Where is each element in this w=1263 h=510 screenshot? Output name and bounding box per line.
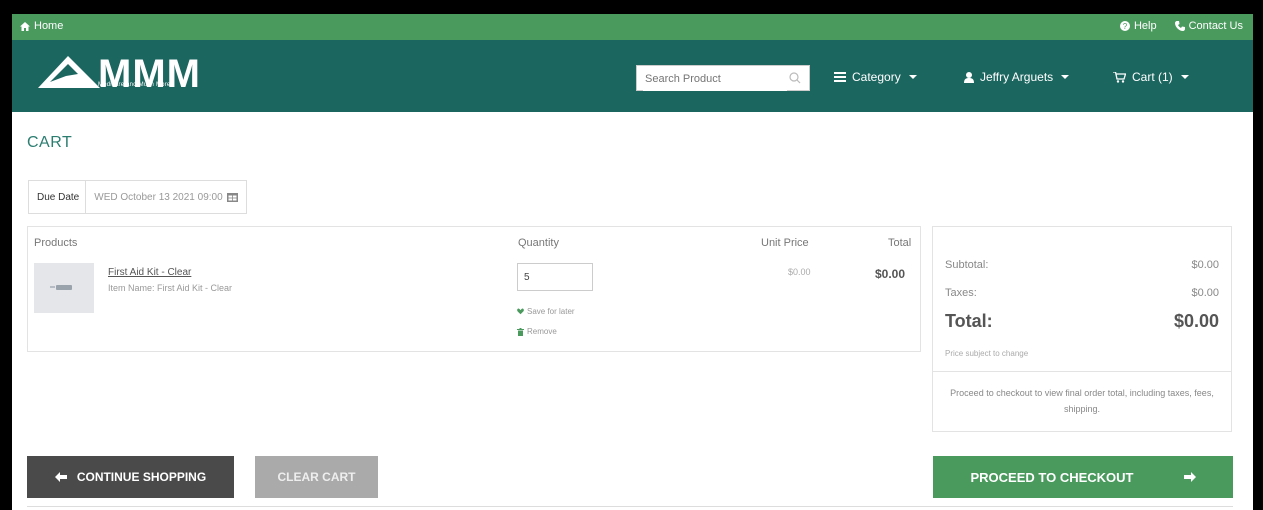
quantity-input[interactable] bbox=[517, 263, 593, 291]
home-label: Home bbox=[34, 20, 64, 32]
calendar-icon[interactable] bbox=[226, 192, 238, 202]
cart-icon bbox=[1113, 71, 1126, 83]
summary-divider bbox=[933, 371, 1231, 372]
order-summary: Subtotal: $0.00 Taxes: $0.00 Total: $0.0… bbox=[932, 226, 1232, 432]
checkout-info-text: Proceed to checkout to view final order … bbox=[950, 388, 1214, 414]
total-header: Total bbox=[888, 237, 912, 249]
price-note: Price subject to change bbox=[945, 349, 1029, 358]
due-date-label: Due Date bbox=[29, 181, 87, 213]
home-icon bbox=[20, 21, 30, 31]
category-menu[interactable]: Category bbox=[834, 70, 917, 84]
chevron-down-icon bbox=[1180, 75, 1189, 79]
save-for-later-link[interactable]: Save for later bbox=[517, 307, 575, 316]
contact-link[interactable]: Contact Us bbox=[1174, 20, 1243, 32]
unit-price-header: Unit Price bbox=[761, 237, 809, 249]
top-bar: Home ? Help Contact Us bbox=[12, 14, 1253, 40]
subtotal-value: $0.00 bbox=[1191, 259, 1219, 271]
taxes-label: Taxes: bbox=[945, 287, 977, 299]
svg-text:?: ? bbox=[1123, 22, 1128, 31]
checkout-label: PROCEED TO CHECKOUT bbox=[970, 469, 1134, 485]
total-value: $0.00 bbox=[1173, 311, 1219, 331]
main-navbar: MMM Medicare and Much More Category Jeff… bbox=[12, 40, 1253, 112]
product-name-link[interactable]: First Aid Kit - Clear bbox=[108, 267, 191, 278]
taxes-value: $0.00 bbox=[1191, 287, 1219, 299]
arrow-left-icon bbox=[54, 472, 67, 482]
help-icon: ? bbox=[1119, 21, 1130, 31]
product-item-name: Item Name: First Aid Kit - Clear bbox=[108, 283, 233, 293]
user-menu[interactable]: Jeffry Arguets bbox=[964, 70, 1070, 84]
brand-logo[interactable]: MMM bbox=[38, 52, 248, 104]
mountain-logo-icon bbox=[38, 56, 100, 88]
chevron-down-icon bbox=[1061, 75, 1070, 79]
clear-cart-label: CLEAR CART bbox=[277, 470, 356, 484]
brand-wordmark: MMM bbox=[98, 52, 201, 96]
total-label: Total: bbox=[945, 311, 993, 331]
brand-tagline: Medicare and Much More bbox=[98, 82, 171, 88]
cart-label: Cart (1) bbox=[1132, 70, 1173, 84]
remove-link[interactable]: Remove bbox=[517, 327, 557, 336]
app-window: Home ? Help Contact Us MMM Medicare and … bbox=[12, 14, 1253, 510]
footer-divider bbox=[27, 506, 1233, 507]
phone-icon bbox=[1174, 21, 1185, 31]
save-for-later-label: Save for later bbox=[527, 307, 575, 316]
proceed-to-checkout-button[interactable]: PROCEED TO CHECKOUT bbox=[933, 456, 1233, 498]
help-label: Help bbox=[1133, 20, 1157, 32]
page-title: CART bbox=[27, 134, 73, 151]
product-thumbnail[interactable] bbox=[34, 263, 94, 313]
unit-price-value: $0.00 bbox=[788, 267, 811, 277]
user-label: Jeffry Arguets bbox=[980, 70, 1054, 84]
total-row: Total: $0.00 bbox=[945, 311, 1219, 332]
due-date-field[interactable]: Due Date WED October 13 2021 09:00 bbox=[28, 180, 247, 214]
contact-label: Contact Us bbox=[1188, 20, 1243, 32]
remove-label: Remove bbox=[527, 327, 557, 336]
search-icon[interactable] bbox=[789, 72, 801, 84]
row-total-value: $0.00 bbox=[875, 267, 906, 281]
products-table: Products Quantity Unit Price Total First… bbox=[27, 226, 921, 352]
cart-menu[interactable]: Cart (1) bbox=[1113, 70, 1189, 84]
first-aid-kit-image bbox=[50, 285, 72, 290]
category-label: Category bbox=[852, 70, 901, 84]
subtotal-row: Subtotal: $0.00 bbox=[945, 259, 1219, 271]
user-icon bbox=[964, 71, 974, 83]
clear-cart-button[interactable]: CLEAR CART bbox=[255, 456, 378, 498]
taxes-row: Taxes: $0.00 bbox=[945, 287, 1219, 299]
help-link[interactable]: ? Help bbox=[1119, 20, 1157, 32]
arrow-right-icon bbox=[1183, 472, 1196, 482]
continue-shopping-label: CONTINUE SHOPPING bbox=[76, 470, 207, 484]
trash-icon bbox=[517, 327, 524, 336]
search-box bbox=[636, 65, 810, 91]
list-icon bbox=[834, 72, 846, 82]
due-date-value: WED October 13 2021 09:00 bbox=[94, 191, 223, 203]
subtotal-label: Subtotal: bbox=[945, 259, 989, 271]
heart-icon bbox=[517, 308, 524, 315]
quantity-header: Quantity bbox=[518, 237, 559, 249]
products-header: Products bbox=[34, 237, 78, 249]
chevron-down-icon bbox=[908, 75, 917, 79]
continue-shopping-button[interactable]: CONTINUE SHOPPING bbox=[27, 456, 234, 498]
search-input[interactable] bbox=[643, 67, 787, 91]
home-link[interactable]: Home bbox=[20, 20, 63, 32]
